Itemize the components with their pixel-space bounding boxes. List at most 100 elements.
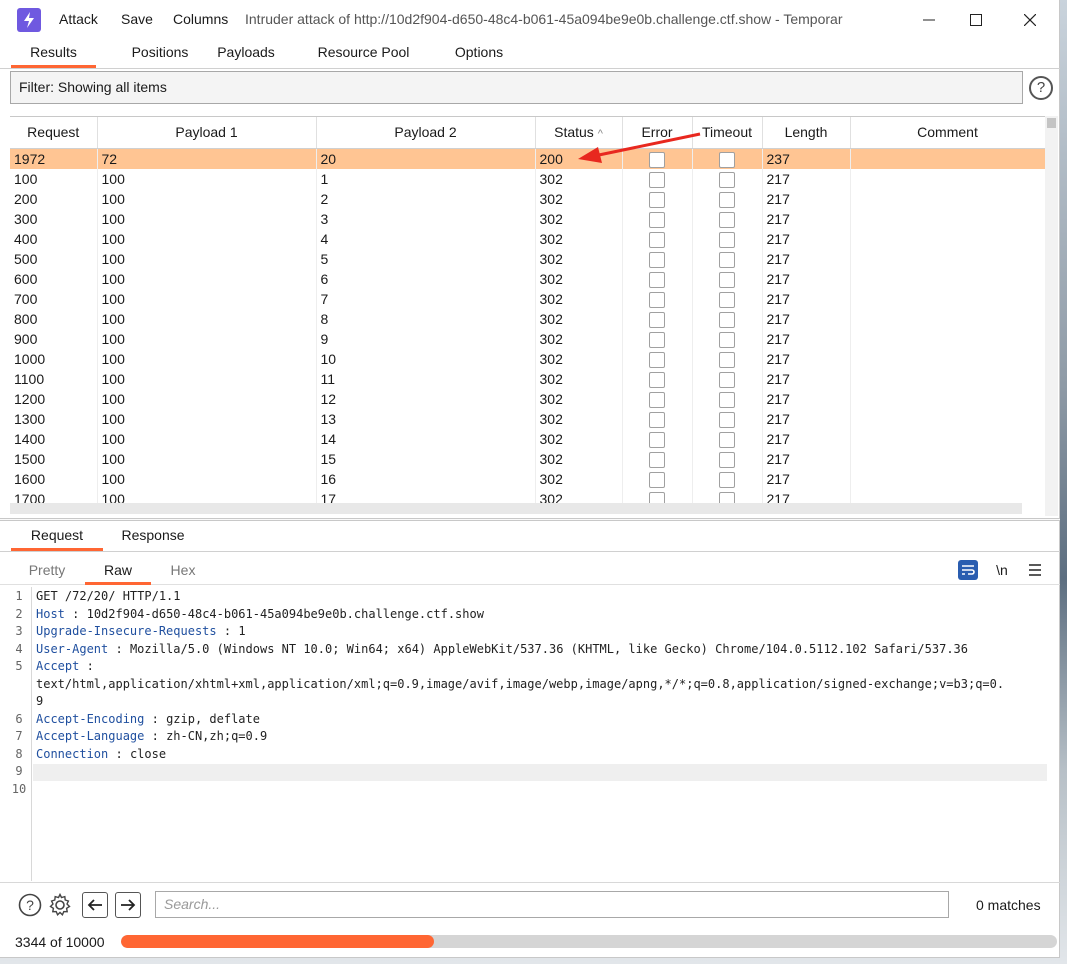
error-checkbox: [649, 171, 665, 188]
table-horizontal-scrollbar[interactable]: [10, 503, 1022, 514]
tab-payloads[interactable]: Payloads: [206, 44, 286, 68]
tab-positions[interactable]: Positions: [104, 44, 216, 68]
menu-columns[interactable]: Columns: [173, 11, 228, 27]
table-row[interactable]: 1100 100 11 302 217: [10, 368, 1046, 389]
filter-bar[interactable]: Filter: Showing all items: [10, 71, 1023, 104]
request-line: Upgrade-Insecure-Requests : 1: [36, 624, 246, 638]
timeout-checkbox: [719, 351, 735, 368]
column-header-timeout[interactable]: Timeout: [692, 117, 763, 149]
request-line: text/html,application/xhtml+xml,applicat…: [36, 677, 1004, 691]
table-row[interactable]: 1972 72 20 200 237: [10, 148, 1046, 169]
next-match-button[interactable]: [115, 892, 141, 918]
settings-button[interactable]: [47, 892, 73, 918]
table-row[interactable]: 900 100 9 302 217: [10, 328, 1046, 349]
search-input[interactable]: Search...: [155, 891, 949, 918]
header-separator: :: [216, 624, 239, 638]
cell-comment: [850, 188, 1046, 209]
table-row[interactable]: 800 100 8 302 217: [10, 308, 1046, 329]
column-header-payload-2[interactable]: Payload 2: [316, 117, 536, 149]
column-header-error[interactable]: Error: [622, 117, 693, 149]
cell-request: 300: [10, 208, 98, 229]
cell-payload-1: 100: [97, 388, 317, 409]
arrow-right-icon: [121, 899, 136, 911]
tab-pretty[interactable]: Pretty: [14, 562, 80, 585]
table-row[interactable]: 1200 100 12 302 217: [10, 388, 1046, 409]
cell-comment: [850, 348, 1046, 369]
tab-options[interactable]: Options: [438, 44, 520, 68]
help-button[interactable]: ?: [17, 892, 43, 918]
cell-status: 302: [535, 308, 623, 329]
maximize-button[interactable]: [953, 4, 999, 36]
search-bar: ? Search... 0 matches: [0, 882, 1060, 928]
table-row[interactable]: 1000 100 10 302 217: [10, 348, 1046, 369]
header-separator: :: [144, 711, 167, 726]
cell-comment: [850, 328, 1046, 349]
line-number: 10: [11, 781, 27, 796]
column-header-comment[interactable]: Comment: [850, 117, 1046, 149]
timeout-checkbox: [719, 471, 735, 488]
scrollbar-thumb[interactable]: [1047, 118, 1056, 128]
word-wrap-toggle[interactable]: [955, 557, 981, 583]
cell-error: [622, 388, 693, 409]
cell-timeout: [692, 248, 763, 269]
cell-timeout: [692, 408, 763, 429]
header-value: 10d2f904-d650-48c4-b061-45a094be9e0b.cha…: [86, 606, 484, 621]
cell-timeout: [692, 348, 763, 369]
cell-error: [622, 228, 693, 249]
cell-comment: [850, 388, 1046, 409]
cell-error: [622, 368, 693, 389]
error-checkbox: [649, 411, 665, 428]
tab-resource-pool[interactable]: Resource Pool: [305, 44, 422, 68]
pane-splitter[interactable]: [0, 518, 1060, 521]
table-row[interactable]: 200 100 2 302 217: [10, 188, 1046, 209]
cell-payload-2: 15: [316, 448, 536, 469]
menu-save[interactable]: Save: [121, 11, 153, 27]
timeout-checkbox: [719, 411, 735, 428]
help-icon[interactable]: ?: [1029, 76, 1053, 100]
cell-payload-1: 100: [97, 208, 317, 229]
table-row[interactable]: 700 100 7 302 217: [10, 288, 1046, 309]
timeout-checkbox: [719, 151, 735, 168]
cell-timeout: [692, 388, 763, 409]
table-vertical-scrollbar[interactable]: [1045, 116, 1058, 516]
header-value: 9: [36, 694, 44, 708]
table-row[interactable]: 1300 100 13 302 217: [10, 408, 1046, 429]
table-row[interactable]: 600 100 6 302 217: [10, 268, 1046, 289]
column-header-payload-1[interactable]: Payload 1: [97, 117, 317, 149]
timeout-checkbox: [719, 231, 735, 248]
error-checkbox: [649, 431, 665, 448]
cell-payload-1: 100: [97, 288, 317, 309]
tab-hex[interactable]: Hex: [150, 562, 216, 585]
cell-status: 302: [535, 228, 623, 249]
table-row[interactable]: 1400 100 14 302 217: [10, 428, 1046, 449]
column-header-request[interactable]: Request: [10, 117, 98, 149]
line-number: 3: [15, 624, 23, 638]
tab-response[interactable]: Response: [108, 527, 198, 551]
cell-error: [622, 448, 693, 469]
options-menu-button[interactable]: [1022, 557, 1048, 583]
cell-payload-2: 14: [316, 428, 536, 449]
column-header-status[interactable]: Status ^: [535, 117, 623, 149]
header-value: GET /72/20/ HTTP/1.1: [36, 589, 181, 603]
close-button[interactable]: [1007, 4, 1053, 36]
show-newlines-toggle[interactable]: \n: [989, 557, 1015, 583]
menu-attack[interactable]: Attack: [59, 11, 98, 27]
table-row[interactable]: 1500 100 15 302 217: [10, 448, 1046, 469]
request-line: GET /72/20/ HTTP/1.1: [36, 589, 181, 603]
tab-results[interactable]: Results: [11, 44, 96, 68]
previous-match-button[interactable]: [82, 892, 108, 918]
minimize-button[interactable]: [906, 4, 952, 36]
cell-length: 217: [762, 288, 851, 309]
tab-request[interactable]: Request: [11, 527, 103, 551]
table-row[interactable]: 1600 100 16 302 217: [10, 468, 1046, 489]
table-row[interactable]: 400 100 4 302 217: [10, 228, 1046, 249]
error-checkbox: [649, 191, 665, 208]
column-header-length[interactable]: Length: [762, 117, 851, 149]
tab-raw[interactable]: Raw: [85, 562, 151, 585]
cell-payload-1: 100: [97, 468, 317, 489]
table-row[interactable]: 500 100 5 302 217: [10, 248, 1046, 269]
table-row[interactable]: 300 100 3 302 217: [10, 208, 1046, 229]
table-row[interactable]: 100 100 1 302 217: [10, 168, 1046, 189]
status-bar: 3344 of 10000: [0, 928, 1060, 958]
request-editor[interactable]: 1 2 3 4 5 6 7 8 9 10 GET /72/20/ HTTP/1.1 Host : 1…: [10, 587, 1058, 881]
